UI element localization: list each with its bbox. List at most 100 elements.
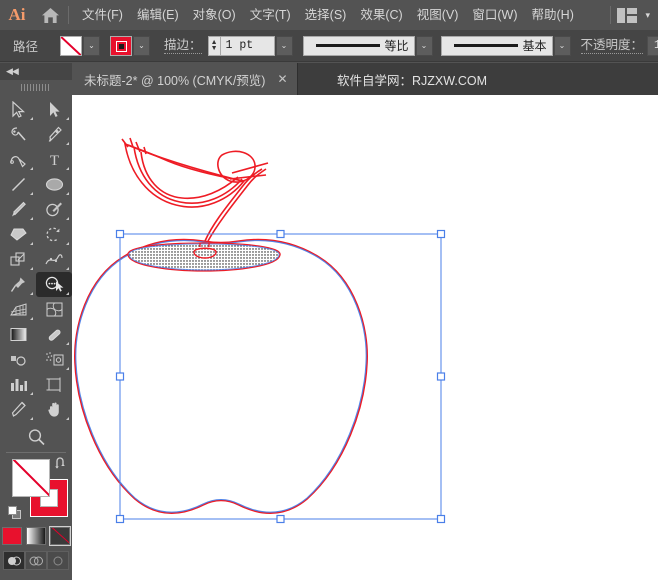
selection-bounding-box[interactable] (117, 231, 445, 523)
tool-gradient[interactable] (0, 322, 36, 347)
mode-none[interactable] (50, 527, 70, 545)
document-canvas[interactable] (72, 95, 658, 580)
variable-width-profile-dropdown[interactable]: ⌄ (416, 36, 433, 56)
document-tab-title: 未标题-2* @ 100% (CMYK/预览) (84, 70, 265, 89)
variable-width-profile-value: 等比 (385, 37, 409, 54)
apple-illustration[interactable] (72, 95, 658, 580)
tool-pen[interactable] (36, 122, 72, 147)
tool-direct-selection[interactable] (36, 97, 72, 122)
menu-view[interactable]: 视图(V) (410, 0, 466, 30)
brush-definition-dropdown[interactable]: ⌄ (554, 36, 571, 56)
flyout-indicator-icon (66, 417, 69, 420)
tools-panel: T (0, 95, 72, 580)
stroke-weight-label[interactable]: 描边： (164, 38, 202, 54)
home-icon[interactable] (34, 0, 66, 30)
draw-mode-row (0, 551, 72, 570)
close-icon[interactable]: ✕ (277, 73, 287, 85)
tool-line-segment[interactable] (0, 172, 36, 197)
mode-color[interactable] (2, 527, 22, 545)
flyout-indicator-icon (30, 392, 33, 395)
tool-rotate[interactable] (36, 222, 72, 247)
handle-mid-right (438, 373, 445, 380)
tool-ellipse[interactable] (36, 172, 72, 197)
flyout-indicator-icon (30, 242, 33, 245)
workspace-switcher-icon[interactable] (617, 8, 637, 23)
tool-shaper[interactable] (36, 197, 72, 222)
handle-mid-left (117, 373, 124, 380)
menu-bar: Ai 文件(F) 编辑(E) 对象(O) 文字(T) 选择(S) 效果(C) 视… (0, 0, 658, 30)
toolbar-divider-1 (6, 452, 66, 453)
tool-slice[interactable] (0, 397, 36, 422)
variable-width-profile-field[interactable]: 等比 (303, 36, 415, 56)
tool-magic-wand[interactable] (0, 122, 36, 147)
tool-mesh[interactable] (36, 297, 72, 322)
toolbar-drag-grip[interactable] (0, 80, 72, 95)
flyout-indicator-icon (30, 267, 33, 270)
menu-select[interactable]: 选择(S) (298, 0, 354, 30)
draw-normal[interactable] (3, 551, 25, 570)
menu-object[interactable]: 对象(O) (186, 0, 243, 30)
tool-artboard[interactable] (36, 372, 72, 397)
tool-eyedropper[interactable] (36, 322, 72, 347)
flyout-indicator-icon (30, 117, 33, 120)
color-mode-row (0, 527, 72, 545)
menu-file[interactable]: 文件(F) (75, 0, 130, 30)
panel-collapse-strip: ◀◀ (0, 63, 72, 80)
flyout-indicator-icon (66, 292, 69, 295)
brush-definition-value: 基本 (523, 37, 547, 54)
menu-window[interactable]: 窗口(W) (465, 0, 524, 30)
tool-zoom[interactable] (0, 424, 72, 449)
menubar-right-group: ▾ (608, 0, 658, 30)
draw-inside[interactable] (47, 551, 69, 570)
menu-type[interactable]: 文字(T) (243, 0, 298, 30)
tool-curvature[interactable] (0, 147, 36, 172)
draw-behind[interactable] (25, 551, 47, 570)
brush-definition-field[interactable]: 基本 (441, 36, 553, 56)
menu-edit[interactable]: 编辑(E) (130, 0, 186, 30)
double-chevron-left-icon[interactable]: ◀◀ (6, 66, 18, 77)
tool-eraser[interactable] (0, 222, 36, 247)
fill-swatch[interactable] (60, 36, 82, 56)
tool-free-transform[interactable] (0, 272, 36, 297)
control-options-bar: 路径 ⌄ ⌄ 描边： ▲▼ 1 pt ⌄ 等比 ⌄ (0, 30, 658, 62)
fill-color-proxy[interactable] (12, 459, 50, 497)
watermark-text: 软件自学网：RJZXW.COM (337, 63, 487, 95)
default-fill-square (8, 506, 17, 515)
tool-blend[interactable] (0, 347, 36, 372)
flyout-indicator-icon (66, 342, 69, 345)
stroke-swatch-center (119, 44, 124, 49)
tool-scale[interactable] (0, 247, 36, 272)
menu-effect[interactable]: 效果(C) (353, 0, 409, 30)
flyout-indicator-icon (30, 417, 33, 420)
flyout-indicator-icon (30, 167, 33, 170)
tool-hand[interactable] (36, 397, 72, 422)
tool-symbol-sprayer[interactable] (36, 347, 72, 372)
fill-swatch-dropdown[interactable]: ⌄ (83, 36, 100, 56)
selection-handles (117, 231, 445, 523)
menu-help[interactable]: 帮助(H) (525, 0, 581, 30)
tool-paintbrush[interactable] (0, 197, 36, 222)
flyout-indicator-icon (66, 242, 69, 245)
tool-perspective-grid[interactable] (0, 297, 36, 322)
swap-fill-stroke-icon[interactable] (54, 457, 68, 473)
stroke-weight-stepper[interactable]: ▲▼ (208, 36, 221, 56)
opacity-input[interactable]: 100% (647, 36, 658, 56)
handle-bottom-center (277, 516, 284, 523)
tool-width[interactable] (36, 247, 72, 272)
stroke-swatch[interactable] (110, 36, 132, 56)
stroke-weight-input[interactable]: 1 pt (221, 36, 275, 56)
tool-selection[interactable] (0, 97, 36, 122)
leaf-outline-2 (134, 147, 242, 203)
tool-shape-builder[interactable] (36, 272, 72, 297)
mode-gradient[interactable] (26, 527, 46, 545)
apple-leaf-group (122, 138, 268, 207)
default-fill-stroke-icon[interactable] (8, 506, 21, 519)
document-tab[interactable]: 未标题-2* @ 100% (CMYK/预览) ✕ (72, 63, 298, 95)
tool-column-graph[interactable] (0, 372, 36, 397)
stroke-swatch-dropdown[interactable]: ⌄ (133, 36, 150, 56)
chevron-down-icon[interactable]: ▾ (645, 10, 650, 21)
tool-type[interactable]: T (36, 147, 72, 172)
opacity-label[interactable]: 不透明度： (581, 38, 644, 54)
flyout-indicator-icon (30, 192, 33, 195)
stroke-weight-dropdown[interactable]: ⌄ (276, 36, 293, 56)
